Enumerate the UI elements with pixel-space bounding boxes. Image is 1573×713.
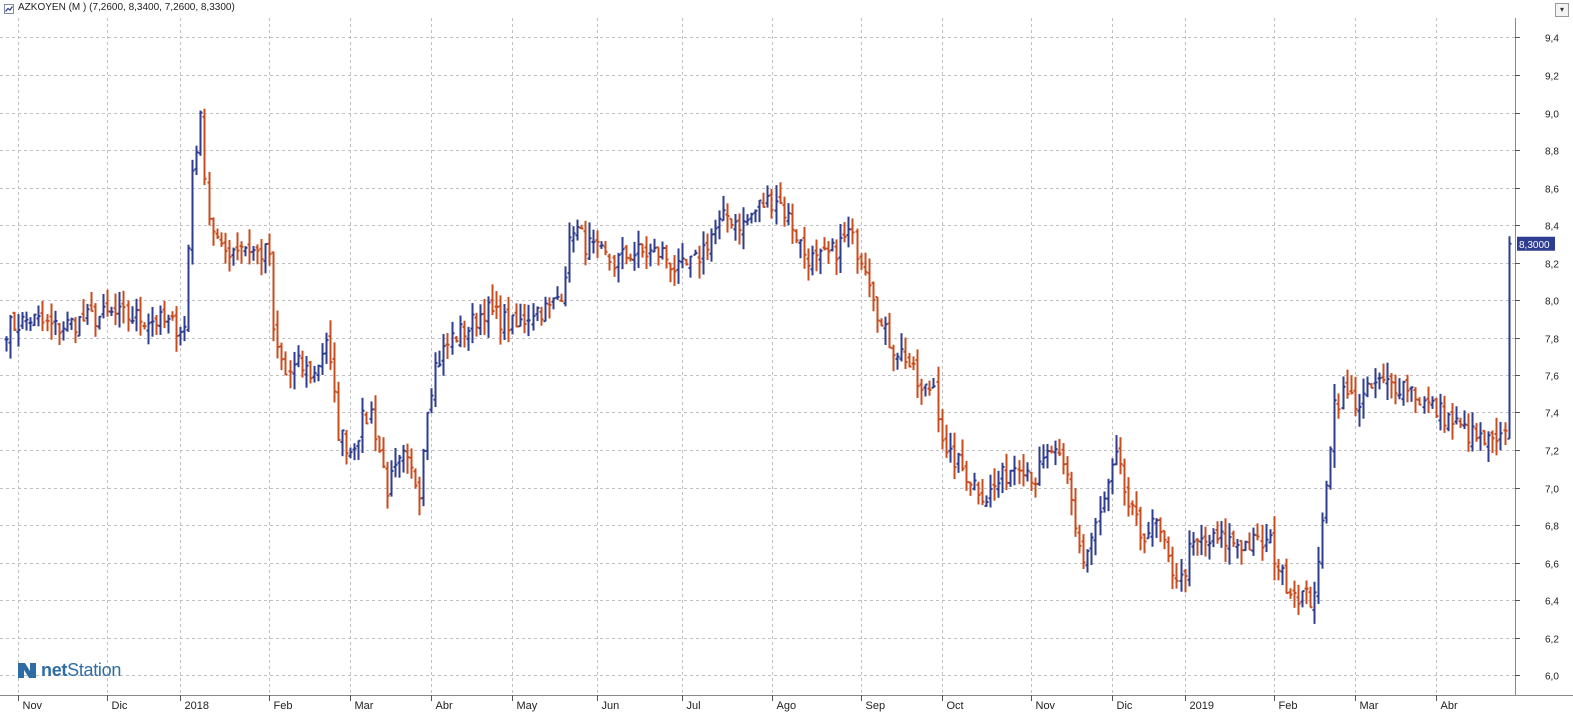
logo-prefix: net <box>41 659 68 680</box>
x-tick-label: Mar <box>1360 700 1379 712</box>
y-tick-label: 7,2 <box>1545 447 1559 458</box>
x-tick-label: Nov <box>1036 700 1056 712</box>
window-title: AZKOYEN (M ) (7,2600, 8,3400, 7,2600, 8,… <box>18 2 235 13</box>
y-tick-label: 9,4 <box>1545 34 1559 45</box>
y-tick-label: 7,0 <box>1545 485 1559 496</box>
netstation-logo: netStation <box>16 657 121 683</box>
y-tick-label: 7,4 <box>1545 409 1559 420</box>
x-tick-label: 2018 <box>185 700 209 712</box>
y-tick-label: 6,2 <box>1545 635 1559 646</box>
x-tick-label: Jun <box>602 700 620 712</box>
y-tick-label: 7,8 <box>1545 335 1559 346</box>
y-tick-label: 9,2 <box>1545 72 1559 83</box>
x-tick-label: Mar <box>355 700 374 712</box>
y-axis-panel <box>1515 18 1573 695</box>
x-tick-label: Abr <box>1441 700 1458 712</box>
y-tick-label: 8,2 <box>1545 260 1559 271</box>
x-tick-label: May <box>517 700 538 712</box>
x-tick-label: Abr <box>436 700 453 712</box>
y-tick-label: 8,4 <box>1545 222 1559 233</box>
x-tick-label: Feb <box>274 700 293 712</box>
x-tick-label: Oct <box>947 700 964 712</box>
x-tick-label: Dic <box>1117 700 1133 712</box>
window-titlebar[interactable]: AZKOYEN (M ) (7,2600, 8,3400, 7,2600, 8,… <box>0 0 1573 19</box>
x-tick-label: Nov <box>23 700 43 712</box>
chart-icon <box>4 4 14 14</box>
y-tick-label: 8,0 <box>1545 297 1559 308</box>
y-tick-label: 8,6 <box>1545 185 1559 196</box>
last-price-label: 8,3000 <box>1519 240 1550 251</box>
x-tick-label: 2019 <box>1190 700 1214 712</box>
window-menu-button[interactable]: ▾ <box>1555 3 1569 17</box>
x-tick-label: Jul <box>687 700 701 712</box>
x-tick-label: Sep <box>866 700 886 712</box>
y-tick-label: 7,6 <box>1545 372 1559 383</box>
y-tick-label: 6,4 <box>1545 597 1559 608</box>
x-tick-label: Dic <box>112 700 128 712</box>
price-chart[interactable]: 6,0 6,2 6,4 6,6 6,8 7,0 7,2 7,4 7,6 7,8 8,0 8,2 8,4 8… <box>0 18 1573 713</box>
y-tick-label: 6,0 <box>1545 672 1559 683</box>
x-tick-label: Feb <box>1279 700 1298 712</box>
x-tick-label: Ago <box>777 700 797 712</box>
logo-name: Station <box>67 659 122 680</box>
netstation-logo-icon <box>18 663 36 678</box>
y-tick-label: 8,8 <box>1545 147 1559 158</box>
logo-wordmark: netStation <box>41 660 121 681</box>
y-tick-label: 6,6 <box>1545 560 1559 571</box>
y-tick-label: 6,8 <box>1545 522 1559 533</box>
y-tick-label: 9,0 <box>1545 110 1559 121</box>
chart-window: AZKOYEN (M ) (7,2600, 8,3400, 7,2600, 8,… <box>0 0 1573 713</box>
last-price: 8,3000 <box>1517 236 1555 251</box>
